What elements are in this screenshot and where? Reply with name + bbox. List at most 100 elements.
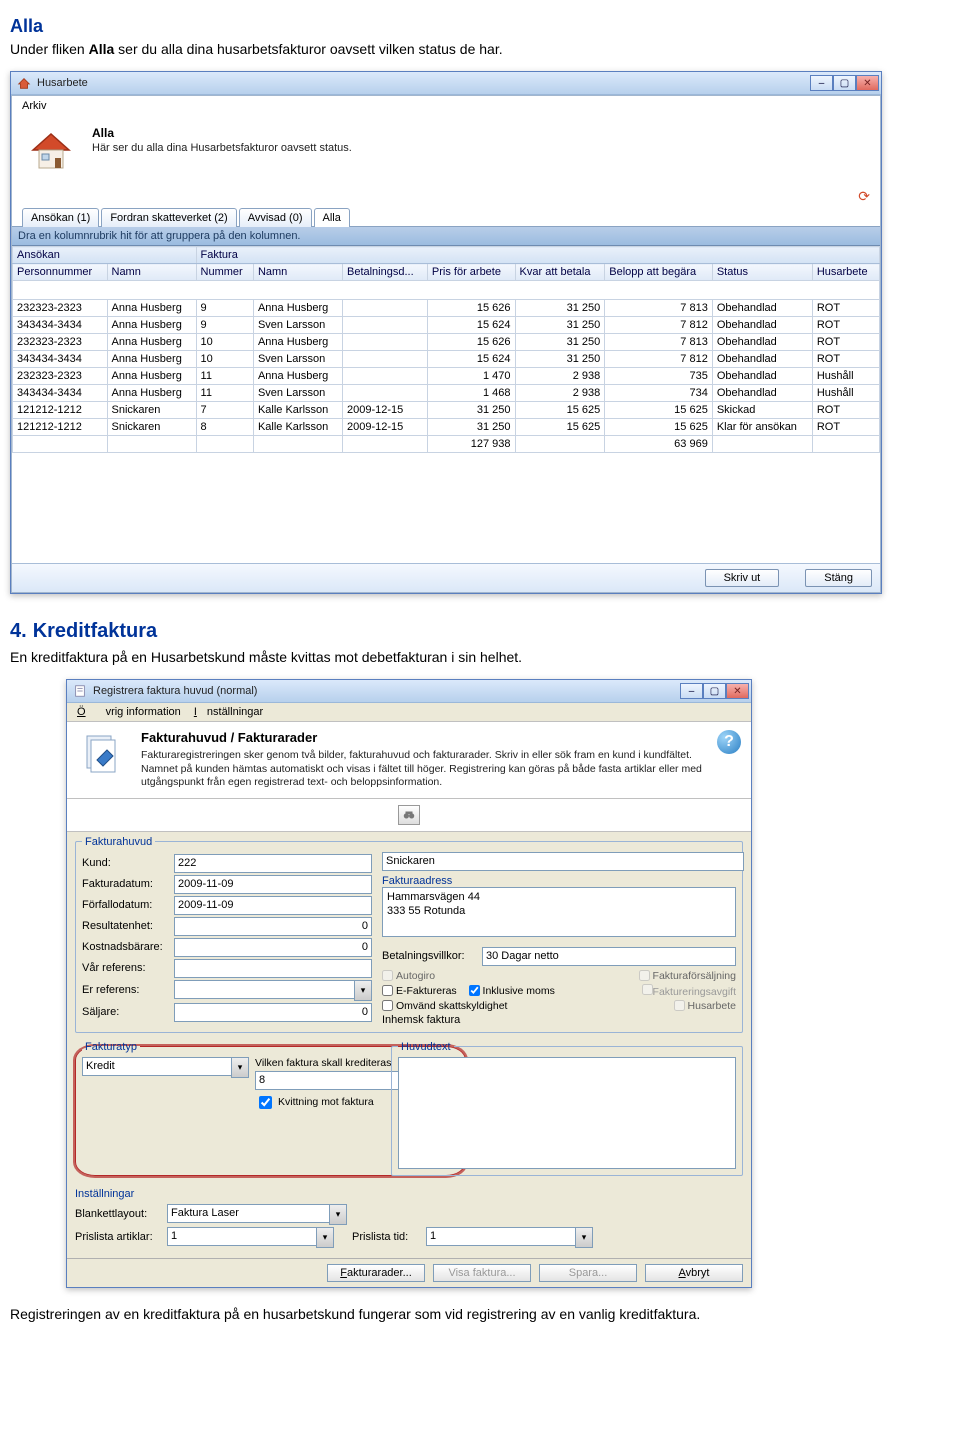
- tab-alla[interactable]: Alla: [314, 208, 350, 227]
- window-title: Husarbete: [37, 77, 88, 89]
- kund-namn-display: [382, 852, 744, 871]
- col-belopp[interactable]: Belopp att begära: [605, 264, 713, 281]
- search-button[interactable]: [398, 805, 420, 825]
- installningar-link[interactable]: Inställningar: [75, 1188, 743, 1200]
- chk-omvand[interactable]: Omvänd skattskyldighet: [382, 1000, 507, 1012]
- titlebar[interactable]: Husarbete – ▢ ✕: [11, 72, 881, 95]
- grouphdr-ansokan[interactable]: Ansökan: [13, 247, 197, 264]
- fakturatyp-legend: Fakturatyp: [82, 1041, 140, 1053]
- kredit-faktura-input[interactable]: [255, 1071, 405, 1090]
- txt-inhemsk: Inhemsk faktura: [382, 1014, 736, 1026]
- table-row[interactable]: 232323-2323Anna Husberg10Anna Husberg15 …: [13, 334, 880, 351]
- blankettlayout-dropdown-button[interactable]: ▾: [329, 1204, 347, 1225]
- menu-ovrig[interactable]: Övrig information: [77, 706, 181, 718]
- kostnadsbarare-input[interactable]: [174, 938, 372, 957]
- fakturadatum-input[interactable]: [174, 875, 372, 894]
- betvillkor-input[interactable]: [482, 947, 736, 966]
- avbryt-button[interactable]: Avbryt: [645, 1264, 743, 1282]
- col-nummer[interactable]: Nummer: [196, 264, 253, 281]
- resultatenhet-input[interactable]: [174, 917, 372, 936]
- menubar: Arkiv: [12, 96, 880, 116]
- content-desc-2: Fakturaregistreringen sker genom två bil…: [141, 749, 717, 790]
- saljare-input[interactable]: [174, 1003, 372, 1022]
- erreferens-input[interactable]: [174, 980, 354, 999]
- erreferens-dropdown-button[interactable]: ▾: [354, 980, 372, 1001]
- titlebar-2[interactable]: Registrera faktura huvud (normal) – ▢ ✕: [67, 680, 751, 703]
- col-betdat[interactable]: Betalningsd...: [342, 264, 427, 281]
- table-row[interactable]: 343434-3434Anna Husberg9Sven Larsson15 6…: [13, 317, 880, 334]
- chk-autogiro[interactable]: Autogiro: [382, 970, 435, 982]
- visa-faktura-button[interactable]: Visa faktura...: [433, 1264, 531, 1282]
- window-title-2: Registrera faktura huvud (normal): [93, 685, 257, 697]
- table-row[interactable]: 121212-1212Snickaren8Kalle Karlsson2009-…: [13, 419, 880, 436]
- close-button[interactable]: ✕: [856, 75, 879, 91]
- minimize-button-2[interactable]: –: [680, 683, 703, 699]
- chk-efaktureras[interactable]: E-Faktureras Inklusive moms Fakturerings…: [382, 984, 736, 998]
- col-namn2[interactable]: Namn: [253, 264, 342, 281]
- lbl-saljare: Säljare:: [82, 1006, 170, 1018]
- maximize-button-2[interactable]: ▢: [703, 683, 726, 699]
- tab-ansokan[interactable]: Ansökan (1): [22, 208, 99, 227]
- lbl-resultatenhet: Resultatenhet:: [82, 920, 170, 932]
- tab-fordran[interactable]: Fordran skatteverket (2): [101, 208, 236, 227]
- col-kvar[interactable]: Kvar att betala: [515, 264, 605, 281]
- huvudtext-legend: Huvudtext: [398, 1041, 454, 1053]
- lbl-prislista-tid: Prislista tid:: [352, 1231, 422, 1243]
- col-personnr[interactable]: Personnummer: [13, 264, 108, 281]
- huvudtext-fieldset: Huvudtext: [391, 1041, 743, 1176]
- doc-intro-alla: Under fliken Alla ser du alla dina husar…: [10, 41, 950, 57]
- grouphdr-faktura[interactable]: Faktura: [196, 247, 879, 264]
- tabbar: Ansökan (1) Fordran skatteverket (2) Avv…: [12, 207, 880, 227]
- kund-input[interactable]: [174, 854, 372, 873]
- help-icon[interactable]: ?: [717, 730, 741, 754]
- fakturarader-button[interactable]: Fakturarader...: [327, 1264, 425, 1282]
- minimize-button[interactable]: –: [810, 75, 833, 91]
- huvudtext-textarea[interactable]: [398, 1057, 736, 1169]
- col-husarbete[interactable]: Husarbete: [812, 264, 879, 281]
- table-row[interactable]: 232323-2323Anna Husberg9Anna Husberg15 6…: [13, 300, 880, 317]
- lbl-betvillkor: Betalningsvillkor:: [382, 950, 478, 962]
- group-by-bar[interactable]: Dra en kolumnrubrik hit för att gruppera…: [12, 227, 880, 246]
- fakturaadress-box[interactable]: Hammarsvägen 44 333 55 Rotunda: [382, 887, 736, 937]
- varreferens-input[interactable]: [174, 959, 372, 978]
- doc-heading-kreditfaktura: 4.Kreditfaktura: [10, 620, 950, 643]
- prislista-artiklar-input[interactable]: [167, 1227, 316, 1246]
- fakturaadress-link[interactable]: Fakturaadress: [382, 875, 452, 887]
- chk-husarbete[interactable]: Husarbete: [674, 1000, 736, 1012]
- lbl-blankettlayout: Blankettlayout:: [75, 1208, 163, 1220]
- stang-button[interactable]: Stäng: [805, 569, 872, 587]
- col-status[interactable]: Status: [712, 264, 812, 281]
- spara-button[interactable]: Spara...: [539, 1264, 637, 1282]
- forfallodatum-input[interactable]: [174, 896, 372, 915]
- col-namn1[interactable]: Namn: [107, 264, 196, 281]
- table-row[interactable]: 343434-3434Anna Husberg10Sven Larsson15 …: [13, 351, 880, 368]
- doc-heading-alla: Alla: [10, 16, 950, 37]
- chk-faktforsaljning[interactable]: Fakturaförsäljning: [639, 970, 736, 982]
- addr-line1: Hammarsvägen 44: [387, 890, 731, 904]
- prislista-artiklar-dropdown-button[interactable]: ▾: [316, 1227, 334, 1248]
- lbl-forfall: Förfallodatum:: [82, 899, 170, 911]
- table-row[interactable]: 232323-2323Anna Husberg11Anna Husberg1 4…: [13, 368, 880, 385]
- prislista-tid-input[interactable]: [426, 1227, 575, 1246]
- col-pris[interactable]: Pris för arbete: [427, 264, 515, 281]
- table-row[interactable]: 343434-3434Anna Husberg11Sven Larsson1 4…: [13, 385, 880, 402]
- content-header-2: Fakturahuvud / Fakturarader Fakturaregis…: [67, 722, 751, 799]
- menu-installningar[interactable]: Inställningar: [194, 706, 263, 718]
- table-row[interactable]: 121212-1212Snickaren7Kalle Karlsson2009-…: [13, 402, 880, 419]
- menu-arkiv[interactable]: Arkiv: [22, 100, 46, 112]
- fakturahuvud-fieldset: Fakturahuvud Kund: Fakturadatum:: [75, 836, 743, 1033]
- lbl-fakturadatum: Fakturadatum:: [82, 878, 170, 890]
- tab-avvisad[interactable]: Avvisad (0): [239, 208, 312, 227]
- fakturatyp-input[interactable]: [82, 1057, 231, 1076]
- refresh-icon[interactable]: ⟳: [858, 188, 870, 205]
- app-icon: [17, 76, 31, 90]
- prislista-tid-dropdown-button[interactable]: ▾: [575, 1227, 593, 1248]
- lbl-varreferens: Vår referens:: [82, 962, 170, 974]
- addr-line2: 333 55 Rotunda: [387, 904, 731, 918]
- skrivut-button[interactable]: Skriv ut: [705, 569, 780, 587]
- maximize-button[interactable]: ▢: [833, 75, 856, 91]
- lbl-kostnadsbarare: Kostnadsbärare:: [82, 941, 170, 953]
- blankettlayout-input[interactable]: [167, 1204, 329, 1223]
- close-button-2[interactable]: ✕: [726, 683, 749, 699]
- fakturatyp-dropdown-button[interactable]: ▾: [231, 1057, 249, 1078]
